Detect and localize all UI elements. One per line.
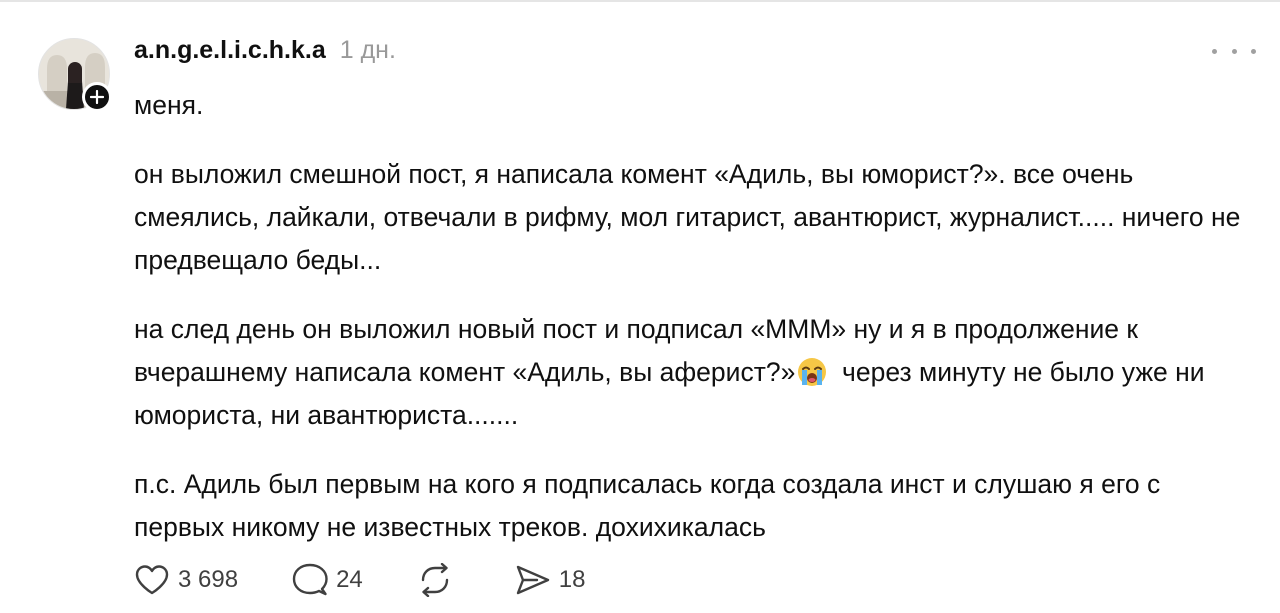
post-paragraph: он выложил смешной пост, я написала коме…: [134, 159, 1241, 275]
post-paragraph: п.с. Адиль был первым на кого я подписал…: [134, 469, 1161, 542]
more-dots-icon: [1231, 48, 1237, 54]
post-body: меня. он выложил смешной пост, я написал…: [134, 84, 1254, 575]
heart-icon: [135, 565, 169, 595]
more-dots-icon: [1212, 48, 1217, 54]
post-header: a.n.g.e.l.i.c.h.k.a 1 дн.: [134, 36, 396, 72]
avatar-container[interactable]: [38, 38, 112, 112]
more-options-button[interactable]: [1212, 40, 1256, 62]
reply-count: 24: [336, 566, 363, 593]
reply-button[interactable]: 24: [292, 563, 363, 597]
like-button[interactable]: 3 698: [134, 564, 238, 596]
speech-bubble-icon: [292, 563, 328, 596]
repost-button[interactable]: [417, 563, 461, 597]
post-paragraph: меня.: [134, 90, 204, 120]
follow-button[interactable]: [82, 82, 112, 112]
post-actions: 3 698 24 18: [134, 560, 639, 600]
like-count: 3 698: [178, 566, 239, 593]
repost-icon: [421, 563, 448, 597]
username[interactable]: a.n.g.e.l.i.c.h.k.a: [134, 36, 326, 65]
plus-icon: [90, 90, 104, 104]
post-paragraph: на след день он выложил новый пост и под…: [134, 308, 1254, 437]
more-dots-icon: [1251, 48, 1256, 54]
thread-post: a.n.g.e.l.i.c.h.k.a 1 дн. меня. он вылож…: [0, 0, 1280, 613]
post-timestamp[interactable]: 1 дн.: [340, 36, 396, 65]
loudly-crying-face-icon: [798, 358, 827, 386]
share-button[interactable]: 18: [515, 564, 586, 596]
send-icon: [516, 565, 549, 595]
share-count: 18: [558, 566, 586, 593]
